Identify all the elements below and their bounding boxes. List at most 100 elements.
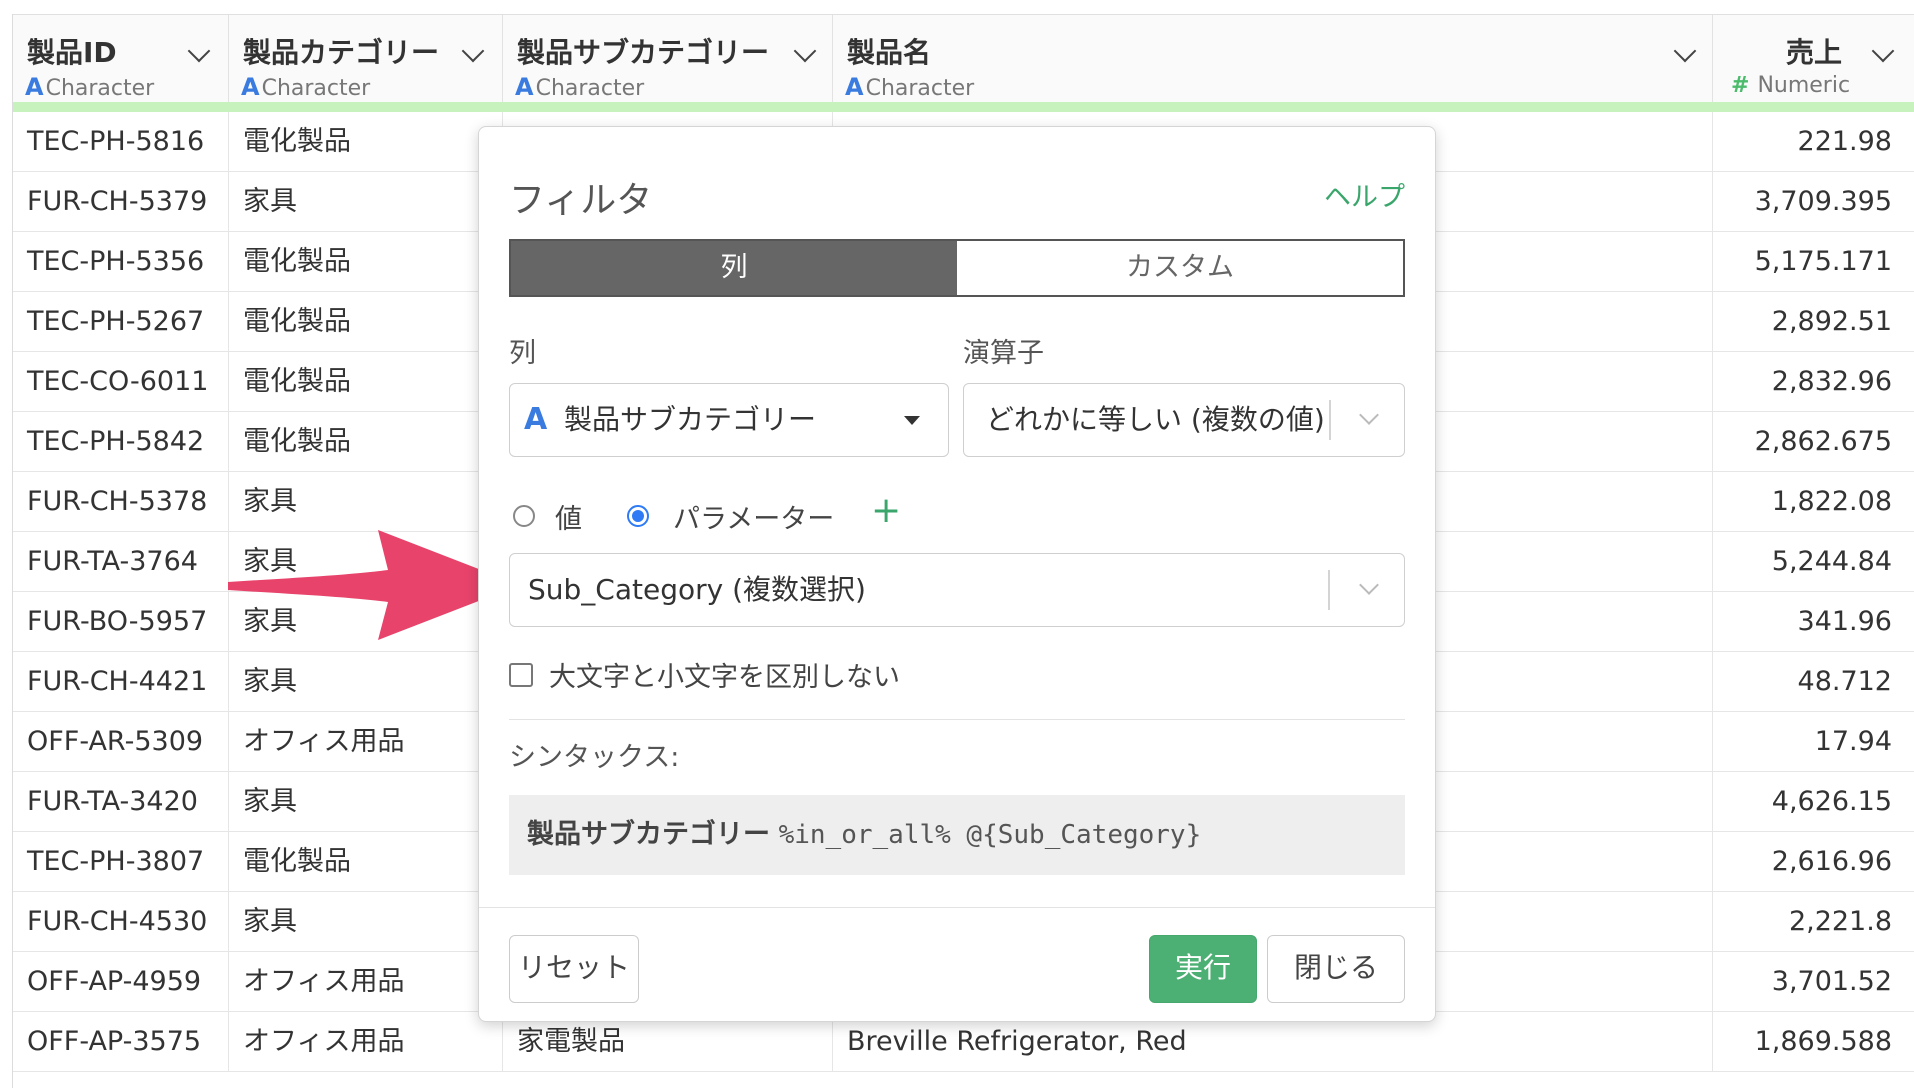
column-name: 製品カテゴリー — [243, 36, 440, 69]
cell-product-id: TEC-PH-5356 — [13, 232, 229, 292]
filter-mode-tabs: 列 カスタム — [509, 239, 1405, 297]
column-type-label: Numeric — [1757, 73, 1851, 98]
numeric-type-icon: # — [1731, 73, 1750, 98]
syntax-preview: 製品サブカテゴリー %in_or_all% @{Sub_Category} — [509, 795, 1405, 875]
chevron-down-icon[interactable] — [1871, 39, 1895, 63]
dialog-title: フィルタ — [509, 180, 653, 221]
cell-product-id: FUR-BO-5957 — [13, 592, 229, 652]
syntax-expression: %in_or_all% @{Sub_Category} — [778, 820, 1202, 850]
add-parameter-button[interactable]: + — [871, 493, 901, 529]
case-insensitive-checkbox[interactable] — [509, 663, 533, 687]
cell-sales: 5,175.171 — [1713, 232, 1914, 292]
cell-product-category: 家具 — [229, 772, 503, 832]
chevron-down-icon[interactable] — [461, 39, 485, 63]
reset-button[interactable]: リセット — [509, 935, 639, 1003]
column-name: 製品名 — [847, 36, 932, 69]
cell-sales: 2,892.51 — [1713, 292, 1914, 352]
cell-product-id: FUR-CH-4421 — [13, 652, 229, 712]
cell-product-id: TEC-PH-5842 — [13, 412, 229, 472]
cell-product-id: OFF-AP-3575 — [13, 1012, 229, 1072]
cell-product-id: FUR-TA-3420 — [13, 772, 229, 832]
cell-product-category: 家具 — [229, 472, 503, 532]
cell-sales: 1,869.588 — [1713, 1012, 1914, 1072]
cell-sales: 48.712 — [1713, 652, 1914, 712]
chevron-down-icon[interactable] — [793, 39, 817, 63]
column-header-product-name[interactable]: 製品名 ACharacter — [833, 15, 1713, 103]
select-separator — [1328, 570, 1330, 610]
cell-product-category: 電化製品 — [229, 232, 503, 292]
cell-product-category: オフィス用品 — [229, 1012, 503, 1072]
operator-select[interactable]: どれかに等しい (複数の値) — [963, 383, 1405, 457]
cell-product-id: FUR-CH-4530 — [13, 892, 229, 952]
footer-divider — [479, 907, 1435, 908]
cell-sales: 2,832.96 — [1713, 352, 1914, 412]
parameter-radio-label: パラメーター — [673, 504, 835, 535]
column-select-value: 製品サブカテゴリー — [564, 403, 817, 436]
cell-product-id: TEC-CO-6011 — [13, 352, 229, 412]
cell-product-category: 電化製品 — [229, 112, 503, 172]
syntax-column: 製品サブカテゴリー — [527, 819, 770, 850]
column-type: ACharacter — [515, 73, 644, 101]
column-name: 製品ID — [27, 36, 117, 69]
character-type-icon: A — [241, 73, 260, 101]
cell-product-id: TEC-PH-5816 — [13, 112, 229, 172]
column-header-sales[interactable]: 売上 # Numeric — [1713, 15, 1914, 103]
tab-column[interactable]: 列 — [511, 241, 957, 295]
cell-product-id: OFF-AP-4959 — [13, 952, 229, 1012]
syntax-label: シンタックス: — [509, 742, 680, 773]
cell-product-category: 電化製品 — [229, 412, 503, 472]
cell-sales: 221.98 — [1713, 112, 1914, 172]
cell-sales: 4,626.15 — [1713, 772, 1914, 832]
cell-product-id: FUR-CH-5379 — [13, 172, 229, 232]
cell-sales: 5,244.84 — [1713, 532, 1914, 592]
chevron-down-icon — [1359, 575, 1379, 595]
column-type-label: Character — [261, 76, 371, 101]
parameter-select[interactable]: Sub_Category (複数選択) — [509, 553, 1405, 627]
parameter-radio[interactable] — [627, 505, 649, 527]
column-type-label: Character — [535, 76, 645, 101]
character-type-icon: A — [845, 73, 864, 101]
column-name: 製品サブカテゴリー — [517, 36, 770, 69]
chevron-down-icon — [1359, 405, 1379, 425]
chevron-down-icon[interactable] — [187, 39, 211, 63]
caret-down-icon — [904, 416, 920, 425]
cell-sales: 17.94 — [1713, 712, 1914, 772]
chevron-down-icon[interactable] — [1673, 39, 1697, 63]
character-type-icon: A — [524, 402, 548, 437]
cell-product-category: 電化製品 — [229, 352, 503, 412]
cell-product-category: 電化製品 — [229, 292, 503, 352]
cell-product-id: FUR-TA-3764 — [13, 532, 229, 592]
value-radio-label: 値 — [555, 504, 582, 535]
cell-product-category: オフィス用品 — [229, 712, 503, 772]
run-button[interactable]: 実行 — [1149, 935, 1257, 1003]
cell-sales: 3,709.395 — [1713, 172, 1914, 232]
cell-product-id: TEC-PH-5267 — [13, 292, 229, 352]
column-type: ACharacter — [25, 73, 154, 101]
column-header-product-category[interactable]: 製品カテゴリー ACharacter — [229, 15, 503, 103]
divider — [509, 719, 1405, 720]
column-select[interactable]: A 製品サブカテゴリー — [509, 383, 949, 457]
cell-product-category: オフィス用品 — [229, 952, 503, 1012]
cell-sales: 2,221.8 — [1713, 892, 1914, 952]
cell-sales: 1,822.08 — [1713, 472, 1914, 532]
cell-product-category: 家具 — [229, 172, 503, 232]
value-radio[interactable] — [513, 505, 535, 527]
cell-sales: 2,616.96 — [1713, 832, 1914, 892]
pointer-arrow-icon — [228, 530, 520, 640]
case-insensitive-label: 大文字と小文字を区別しない — [549, 662, 900, 693]
column-type: ACharacter — [845, 73, 974, 101]
help-link[interactable]: ヘルプ — [1324, 175, 1405, 214]
tab-custom[interactable]: カスタム — [957, 241, 1403, 295]
operator-select-value: どれかに等しい (複数の値) — [986, 403, 1325, 436]
cell-product-id: OFF-AR-5309 — [13, 712, 229, 772]
filter-dialog: フィルタ ヘルプ 列 カスタム 列 演算子 A 製品サブカテゴリー どれかに等し… — [478, 126, 1436, 1022]
cell-product-category: 電化製品 — [229, 832, 503, 892]
column-label: 列 — [509, 338, 536, 369]
column-type-label: Character — [45, 76, 155, 101]
column-header-product-subcategory[interactable]: 製品サブカテゴリー ACharacter — [503, 15, 833, 103]
column-header-product-id[interactable]: 製品ID ACharacter — [13, 15, 229, 103]
close-button[interactable]: 閉じる — [1267, 935, 1405, 1003]
character-type-icon: A — [25, 73, 44, 101]
cell-sales: 3,701.52 — [1713, 952, 1914, 1012]
cell-product-category: 家具 — [229, 652, 503, 712]
